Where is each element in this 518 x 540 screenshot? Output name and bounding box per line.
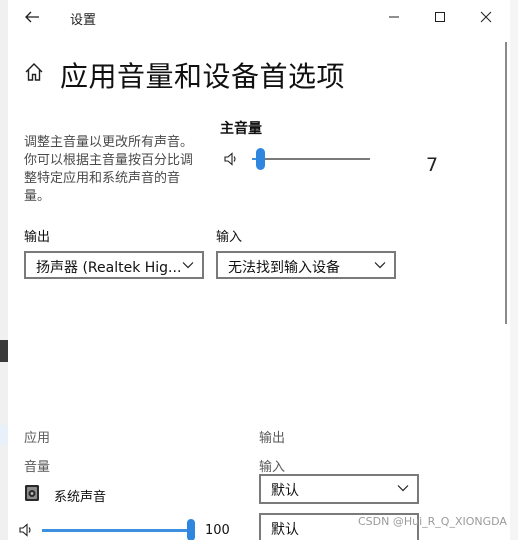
app-volume-slider-thumb[interactable] — [187, 519, 195, 540]
input-device-value: 无法找到输入设备 — [228, 260, 340, 276]
speaker-box-icon — [25, 485, 39, 501]
page-title: 应用音量和设备首选项 — [60, 60, 346, 93]
speaker-icon[interactable] — [223, 151, 239, 171]
maximize-button[interactable] — [428, 5, 452, 29]
app-speaker-icon[interactable] — [18, 522, 34, 540]
background-right-edge — [510, 0, 518, 540]
master-volume-slider-thumb[interactable] — [256, 148, 266, 170]
app-volume-track[interactable] — [42, 529, 190, 532]
home-icon — [25, 63, 43, 81]
window-title: 设置 — [70, 13, 97, 28]
system-sounds-icon — [24, 484, 40, 502]
title-bar: 设置 — [8, 0, 510, 34]
background-window-edge — [0, 0, 8, 540]
output-device-dropdown[interactable]: 扬声器 (Realtek Hig... — [24, 251, 204, 279]
speaker-icon-glyph — [224, 152, 236, 166]
app-output-value: 默认 — [271, 483, 299, 499]
settings-window: 设置 应用音量和设备首选项 调整主音量以更改所有声音。你可以根据主音量按百分比调… — [8, 0, 510, 540]
app-input-value: 默认 — [271, 522, 299, 538]
close-button[interactable] — [474, 5, 498, 29]
input-device-dropdown[interactable]: 无法找到输入设备 — [216, 251, 396, 279]
master-volume-label: 主音量 — [220, 121, 262, 137]
app-output-dropdown[interactable]: 默认 — [259, 474, 419, 504]
watermark-text: CSDN @Hui_R_Q_XIONGDA — [358, 515, 507, 528]
home-button[interactable] — [24, 62, 44, 86]
close-icon — [480, 11, 492, 23]
background-window-strip-blue — [0, 425, 8, 445]
apps-column-header-app: 应用 — [24, 431, 51, 446]
back-button[interactable] — [24, 6, 46, 28]
minimize-button[interactable] — [382, 5, 406, 29]
chevron-down-icon — [397, 485, 409, 492]
apps-column-header-volume: 音量 — [24, 460, 51, 475]
master-volume-value: 7 — [426, 154, 439, 176]
app-volume-value: 100 — [205, 523, 230, 538]
chevron-down-icon — [374, 262, 386, 269]
input-label: 输入 — [216, 230, 243, 245]
output-device-value: 扬声器 (Realtek Hig... — [36, 260, 182, 276]
speaker-icon-glyph — [19, 523, 31, 537]
app-name-system-sounds: 系统声音 — [54, 490, 107, 505]
arrow-left-icon — [25, 11, 39, 23]
background-window-strip — [0, 340, 8, 362]
apps-column-header-output: 输出 — [259, 431, 286, 446]
apps-column-header-input: 输入 — [259, 460, 286, 475]
master-volume-track[interactable] — [252, 158, 370, 160]
master-volume-description: 调整主音量以更改所有声音。你可以根据主音量按百分比调整特定应用和系统声音的音量。 — [24, 135, 194, 204]
scrollbar[interactable] — [505, 42, 507, 324]
maximize-icon — [435, 12, 445, 22]
chevron-down-icon — [182, 262, 194, 269]
minimize-icon — [389, 16, 399, 18]
output-label: 输出 — [24, 230, 51, 245]
